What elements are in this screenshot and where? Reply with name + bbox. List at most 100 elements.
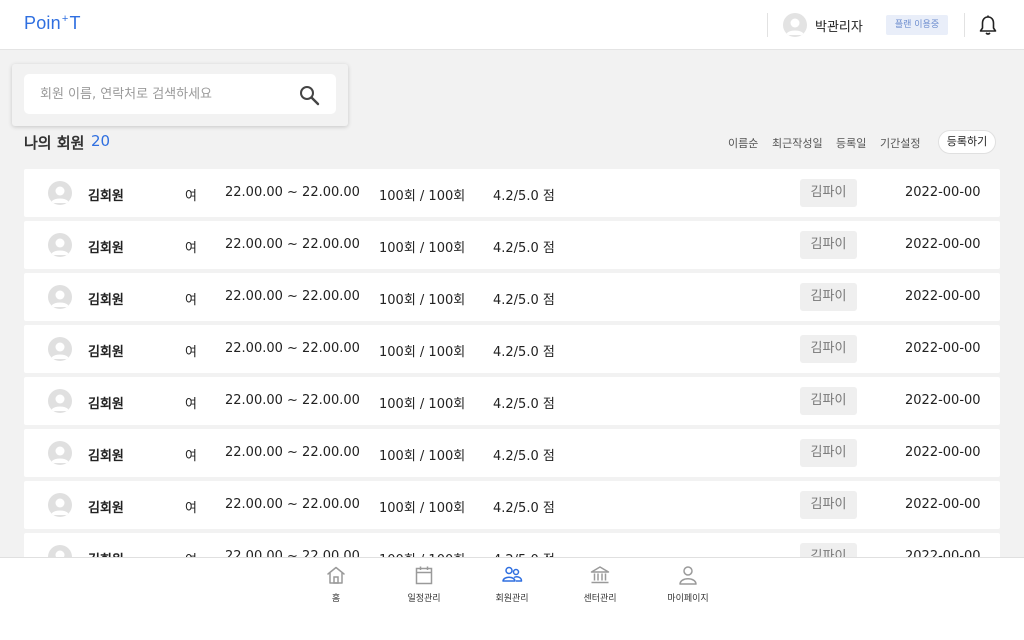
plan-status-badge: 플랜 이용중 [886, 15, 948, 35]
member-rating: 4.2/5.0 점 [493, 293, 555, 308]
app-header: Poin+T 박관리자 플랜 이용중 [0, 0, 1024, 50]
member-date: 2022-00-00 [905, 497, 981, 512]
member-period: 22.00.00 ~ 22.00.00 [225, 393, 360, 408]
member-rating: 4.2/5.0 점 [493, 397, 555, 412]
member-row[interactable]: 김회원 여 22.00.00 ~ 22.00.00 100회 / 100회 4.2/5.… [24, 273, 1000, 321]
home-icon [327, 566, 345, 584]
nav-label: 홈 [331, 594, 341, 604]
member-date: 2022-00-00 [905, 185, 981, 200]
member-name: 김회원 [88, 189, 124, 204]
bottom-nav: 홈 일정관리 회원관리 센터관리 마이페이지 [0, 557, 1024, 640]
member-date: 2022-00-00 [905, 445, 981, 460]
member-sessions: 100회 / 100회 [379, 241, 466, 256]
member-rating: 4.2/5.0 점 [493, 345, 555, 360]
member-gender: 여 [185, 293, 197, 308]
member-gender: 여 [185, 241, 197, 256]
member-name: 김회원 [88, 397, 124, 412]
member-name: 김회원 [88, 345, 124, 360]
search-icon[interactable] [298, 84, 320, 106]
member-period: 22.00.00 ~ 22.00.00 [225, 497, 360, 512]
member-avatar-icon [48, 441, 72, 465]
member-date: 2022-00-00 [905, 289, 981, 304]
member-date: 2022-00-00 [905, 237, 981, 252]
sort-by-period[interactable]: 기간설정 [880, 135, 920, 151]
member-row[interactable]: 김회원 여 22.00.00 ~ 22.00.00 100회 / 100회 4.2/5.… [24, 377, 1000, 425]
register-member-button[interactable]: 등록하기 [938, 130, 996, 154]
member-row[interactable]: 김회원 여 22.00.00 ~ 22.00.00 100회 / 100회 4.2/5.… [24, 325, 1000, 373]
user-name[interactable]: 박관리자 [815, 16, 863, 35]
member-avatar-icon [48, 181, 72, 205]
member-period: 22.00.00 ~ 22.00.00 [225, 289, 360, 304]
nav-label: 마이페이지 [667, 594, 709, 604]
member-avatar-icon [48, 493, 72, 517]
member-rating: 4.2/5.0 점 [493, 241, 555, 256]
members-count: 20 [91, 132, 111, 150]
member-gender: 여 [185, 345, 197, 360]
member-date: 2022-00-00 [905, 341, 981, 356]
member-rating: 4.2/5.0 점 [493, 449, 555, 464]
nav-item-members[interactable]: 회원관리 [477, 564, 547, 604]
member-period: 22.00.00 ~ 22.00.00 [225, 445, 360, 460]
trainer-badge: 김파이 [800, 283, 857, 311]
member-gender: 여 [185, 449, 197, 464]
logo-spark: + [61, 13, 69, 25]
members-icon [502, 566, 523, 582]
member-rating: 4.2/5.0 점 [493, 189, 555, 204]
member-name: 김회원 [88, 501, 124, 516]
member-date: 2022-00-00 [905, 393, 981, 408]
member-name: 김회원 [88, 293, 124, 308]
search-box[interactable] [24, 74, 336, 114]
logo-text-left: Poin [24, 13, 61, 33]
member-name: 김회원 [88, 241, 124, 256]
search-panel [12, 64, 348, 126]
member-row[interactable]: 김회원 여 22.00.00 ~ 22.00.00 100회 / 100회 4.2/5.… [24, 429, 1000, 477]
member-sessions: 100회 / 100회 [379, 345, 466, 360]
members-list: 김회원 여 22.00.00 ~ 22.00.00 100회 / 100회 4.2/5.… [24, 169, 1000, 585]
member-row[interactable]: 김회원 여 22.00.00 ~ 22.00.00 100회 / 100회 4.2/5.… [24, 221, 1000, 269]
trainer-badge: 김파이 [800, 179, 857, 207]
member-gender: 여 [185, 189, 197, 204]
logo-text-right: T [69, 13, 81, 33]
trainer-badge: 김파이 [800, 439, 857, 467]
user-avatar-icon[interactable] [783, 13, 807, 37]
nav-label: 일정관리 [407, 594, 441, 604]
member-rating: 4.2/5.0 점 [493, 501, 555, 516]
trainer-badge: 김파이 [800, 491, 857, 519]
sort-by-registered[interactable]: 등록일 [836, 135, 866, 151]
logo[interactable]: Poin+T [24, 13, 81, 34]
member-sessions: 100회 / 100회 [379, 189, 466, 204]
calendar-icon [415, 566, 433, 585]
member-name: 김회원 [88, 449, 124, 464]
member-sessions: 100회 / 100회 [379, 449, 466, 464]
member-period: 22.00.00 ~ 22.00.00 [225, 237, 360, 252]
member-row[interactable]: 김회원 여 22.00.00 ~ 22.00.00 100회 / 100회 4.2/5.… [24, 481, 1000, 529]
member-period: 22.00.00 ~ 22.00.00 [225, 185, 360, 200]
nav-label: 센터관리 [583, 594, 617, 604]
member-avatar-icon [48, 337, 72, 361]
search-input[interactable] [40, 84, 290, 104]
member-sessions: 100회 / 100회 [379, 397, 466, 412]
nav-label: 회원관리 [495, 594, 529, 604]
trainer-badge: 김파이 [800, 335, 857, 363]
profile-icon [679, 566, 697, 585]
trainer-badge: 김파이 [800, 231, 857, 259]
sort-by-name[interactable]: 이름순 [728, 135, 758, 151]
header-divider [964, 13, 965, 37]
nav-item-home[interactable]: 홈 [301, 564, 371, 604]
header-divider [767, 13, 768, 37]
member-row[interactable]: 김회원 여 22.00.00 ~ 22.00.00 100회 / 100회 4.2/5.… [24, 169, 1000, 217]
center-building-icon [590, 566, 610, 584]
member-avatar-icon [48, 285, 72, 309]
member-gender: 여 [185, 397, 197, 412]
nav-item-mypage[interactable]: 마이페이지 [653, 564, 723, 604]
members-section-title: 나의 회원 [24, 134, 85, 152]
sort-by-recent[interactable]: 최근작성일 [772, 135, 823, 151]
nav-item-center[interactable]: 센터관리 [565, 564, 635, 604]
member-gender: 여 [185, 501, 197, 516]
bell-icon[interactable] [977, 14, 999, 36]
member-avatar-icon [48, 389, 72, 413]
member-avatar-icon [48, 233, 72, 257]
nav-item-schedule[interactable]: 일정관리 [389, 564, 459, 604]
member-period: 22.00.00 ~ 22.00.00 [225, 341, 360, 356]
member-sessions: 100회 / 100회 [379, 501, 466, 516]
